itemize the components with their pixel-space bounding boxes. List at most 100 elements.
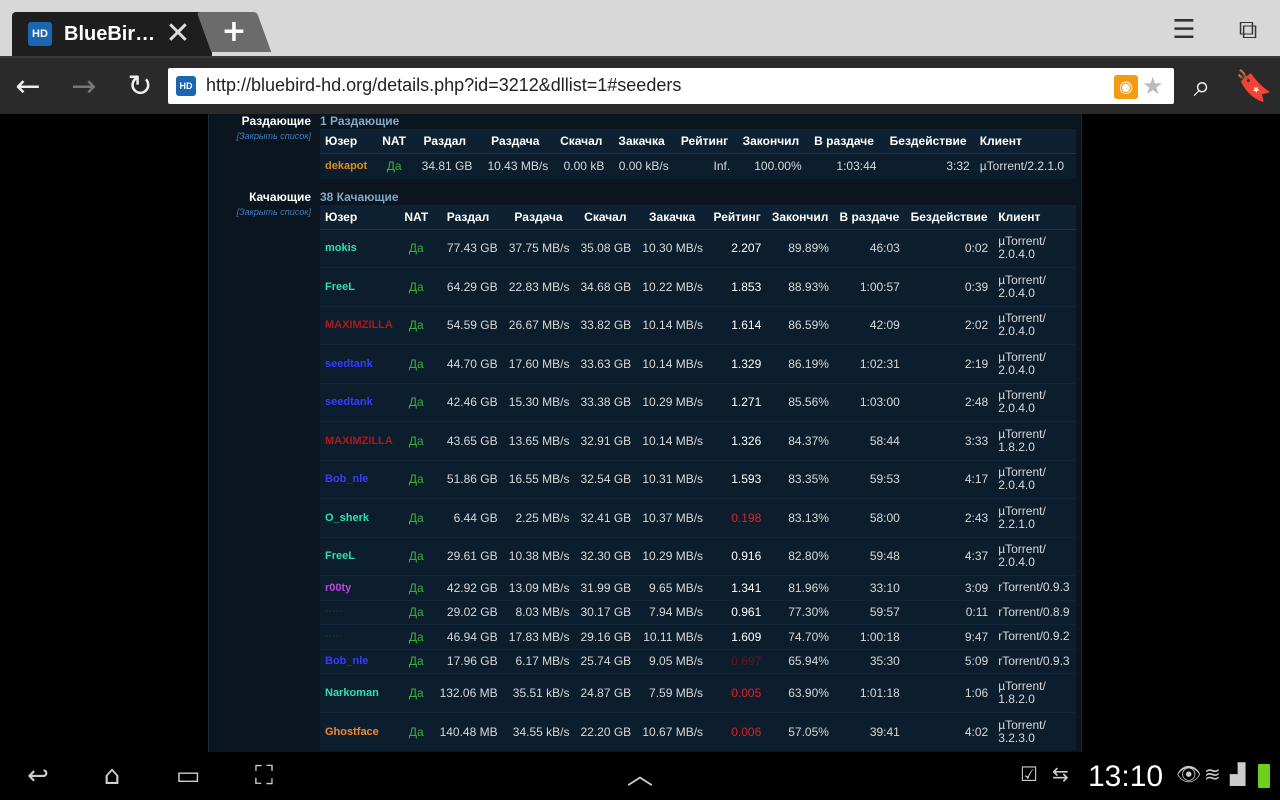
cell-uploaded: 17.96 GB [433, 648, 503, 674]
table-row: ····· Да 46.94 GB 17.83 MB/s 29.16 GB 10.11 M… [320, 624, 1076, 649]
column-header-nat: NAT [399, 205, 434, 230]
cell-nat: Да [399, 305, 434, 345]
cell-completed: 100.00% [735, 152, 807, 179]
cell-user[interactable]: ····· [320, 624, 400, 649]
cell-seeding-time: 1:02:31 [833, 344, 905, 383]
home-icon[interactable]: ⌂ [90, 758, 134, 794]
cell-user[interactable]: Ghostface [320, 711, 400, 751]
cell-user[interactable]: FreeL [320, 267, 400, 306]
cell-uploaded: 132.06 MB [433, 673, 503, 712]
search-icon[interactable]: ⌕ [1182, 67, 1222, 107]
cell-rating: 0.697 [708, 648, 767, 674]
chevron-up-icon[interactable]: ︿ [618, 758, 662, 794]
cell-user[interactable]: MAXIMZILLA [320, 305, 400, 345]
cell-user[interactable]: MAXIMZILLA [320, 421, 400, 460]
seeders-close-link[interactable]: [Закрыть список] [209, 131, 311, 141]
cell-seeding-time: 1:03:00 [833, 382, 905, 422]
cell-upload-speed: 34.55 kB/s [502, 711, 575, 751]
cell-seeding-time: 42:09 [833, 305, 905, 345]
cell-completed: 81.96% [766, 575, 834, 600]
cell-idle: 5:09 [904, 648, 994, 674]
column-header-download-speed: Закачка [636, 205, 709, 230]
plus-icon: + [221, 14, 247, 49]
column-header-completed: Закончил [766, 205, 834, 230]
cell-uploaded: 51.86 GB [433, 459, 503, 499]
cell-download-speed: 9.65 MB/s [636, 575, 709, 600]
close-tab-icon[interactable]: ✕ [162, 18, 194, 50]
cell-nat: Да [399, 382, 434, 422]
forward-arrow-icon[interactable]: → [64, 67, 104, 107]
column-header-downloaded: Скачал [553, 129, 610, 154]
leechers-close-link[interactable]: [Закрыть список] [209, 207, 311, 217]
cell-idle: 2:48 [904, 382, 994, 422]
cell-user[interactable]: seedtank [320, 382, 400, 422]
cell-user[interactable]: Narkoman [320, 673, 400, 712]
leechers-label-block: Качающие [Закрыть список] [209, 190, 311, 217]
cell-client: µTorrent/2.0.4.0 [993, 382, 1076, 422]
cell-upload-speed: 13.65 MB/s [502, 421, 575, 460]
table-row: FreeL Да 29.61 GB 10.38 MB/s 32.30 GB 10.29 M… [320, 536, 1076, 576]
cell-idle: 2:43 [904, 498, 994, 537]
cell-nat: Да [399, 599, 434, 625]
cell-client: µTorrent/2.2.1.0 [993, 498, 1076, 537]
browser-tab[interactable]: HD BlueBir… ✕ [12, 12, 212, 56]
cell-seeding-time: 58:00 [833, 498, 905, 537]
cell-seeding-time: 39:41 [833, 711, 905, 751]
site-favicon-icon: HD [176, 76, 196, 96]
system-bar: ↩ ⌂ ▭ ⛶ ︿ ☑ ⇆ 13:10 👁 ≋ ▟ [0, 752, 1280, 800]
url-field[interactable]: HD http://bluebird-hd.org/details.php?id… [168, 68, 1174, 104]
bookmarks-icon[interactable]: 🔖 [1234, 67, 1274, 107]
column-header-user: Юзер [320, 205, 400, 230]
bookmark-star-icon[interactable]: ★ [1142, 72, 1164, 100]
back-arrow-icon[interactable]: ← [8, 67, 48, 107]
reload-icon[interactable]: ↻ [120, 67, 160, 107]
cell-client: rTorrent/0.8.9 [993, 599, 1076, 625]
leechers-count: 38 Качающие [320, 190, 399, 204]
cell-user[interactable]: mokis [320, 228, 400, 268]
cell-rating: 1.329 [708, 344, 767, 383]
cell-seeding-time: 58:44 [833, 421, 905, 460]
cell-upload-speed: 13.09 MB/s [502, 575, 575, 600]
cell-user[interactable]: dekapot [320, 152, 376, 179]
cell-user[interactable]: r00ty [320, 575, 400, 600]
cell-completed: 63.90% [766, 673, 834, 712]
cell-user[interactable]: O_sherk [320, 498, 400, 537]
new-tab-button[interactable]: + [196, 12, 272, 52]
table-header-row: Юзер NAT Раздал Раздача Скачал Закачка Рейтинг… [320, 205, 1076, 230]
cell-idle: 2:02 [904, 305, 994, 345]
cell-user[interactable]: FreeL [320, 536, 400, 576]
cell-idle: 0:11 [904, 599, 994, 625]
menu-icon[interactable]: ☰ [1166, 12, 1202, 48]
url-text[interactable]: http://bluebird-hd.org/details.php?id=32… [206, 75, 681, 96]
cell-user[interactable]: seedtank [320, 344, 400, 383]
windows-icon[interactable]: ⧉ [1230, 12, 1266, 48]
cell-rating: 0.198 [708, 498, 767, 537]
table-row: MAXIMZILLA Да 54.59 GB 26.67 MB/s 33.82 GB 10… [320, 305, 1076, 345]
column-header-seeding-time: В раздаче [806, 129, 882, 154]
cell-client: µTorrent/2.0.4.0 [993, 459, 1076, 499]
cell-upload-speed: 8.03 MB/s [502, 599, 575, 625]
cell-uploaded: 140.48 MB [433, 711, 503, 751]
cell-idle: 0:02 [904, 228, 994, 268]
column-header-rating: Рейтинг [708, 205, 767, 230]
cell-download-speed: 10.29 MB/s [636, 536, 709, 576]
cell-user[interactable]: Bob_nle [320, 459, 400, 499]
cell-completed: 77.30% [766, 599, 834, 625]
cell-completed: 86.19% [766, 344, 834, 383]
back-icon[interactable]: ↩ [16, 758, 60, 794]
rss-icon[interactable]: ◉ [1114, 75, 1138, 99]
cell-seeding-time: 1:01:18 [833, 673, 905, 712]
cell-upload-speed: 6.17 MB/s [502, 648, 575, 674]
cell-nat: Да [399, 228, 434, 268]
cell-downloaded: 29.16 GB [574, 624, 637, 649]
tab-title: BlueBir… [64, 23, 156, 45]
wifi-icon: ≋ [1204, 762, 1221, 786]
recent-apps-icon[interactable]: ▭ [166, 758, 210, 794]
check-icon: ☑ [1020, 762, 1038, 786]
cell-user[interactable]: Bob_nle [320, 648, 400, 674]
address-toolbar: ← → ↻ HD http://bluebird-hd.org/details.… [0, 56, 1280, 114]
screenshot-icon[interactable]: ⛶ [242, 758, 286, 794]
cell-user[interactable]: ····· [320, 599, 400, 625]
cell-upload-speed: 37.75 MB/s [502, 228, 575, 268]
cell-download-speed: 10.37 MB/s [636, 498, 709, 537]
